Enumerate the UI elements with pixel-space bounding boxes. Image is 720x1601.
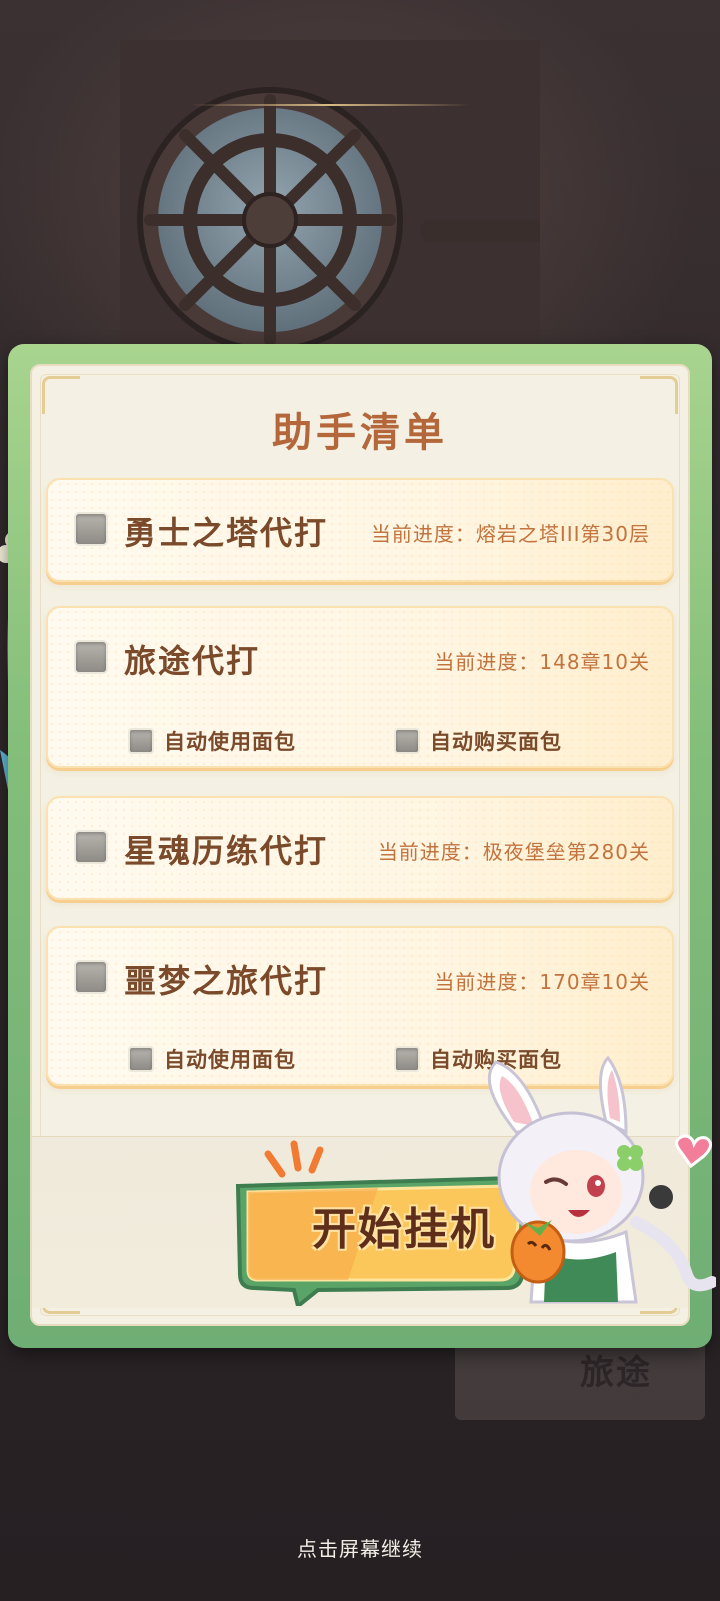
- task-progress: 当前进度：熔岩之塔III第30层: [370, 522, 650, 546]
- auto-use-bread-checkbox[interactable]: [128, 1046, 154, 1072]
- auto-use-bread-option[interactable]: 自动使用面包: [128, 726, 296, 756]
- ship-wheel-window-background: [120, 40, 540, 370]
- auto-use-bread-label: 自动使用面包: [164, 1048, 296, 1072]
- task-progress: 当前进度：极夜堡垒第280关: [377, 840, 650, 864]
- bunny-mascot: [487, 1055, 716, 1304]
- task-progress: 当前进度：170章10关: [434, 970, 650, 994]
- task-progress: 当前进度：148章10关: [434, 650, 650, 674]
- auto-buy-bread-label: 自动购买面包: [430, 730, 562, 754]
- task-checkbox[interactable]: [74, 960, 108, 994]
- title-row: 助手清单: [32, 394, 688, 464]
- panel-title: 助手清单: [272, 410, 448, 456]
- task-checkbox[interactable]: [74, 830, 108, 864]
- auto-use-bread-checkbox[interactable]: [128, 728, 154, 754]
- task-name: 旅途代打: [124, 642, 261, 680]
- task-name: 噩梦之旅代打: [124, 962, 329, 1000]
- tap-to-continue-hint[interactable]: 点击屏幕继续: [0, 1533, 720, 1562]
- task-name: 星魂历练代打: [124, 832, 329, 870]
- task-name: 勇士之塔代打: [124, 514, 329, 552]
- task-card-warrior-tower: 勇士之塔代打 当前进度：熔岩之塔III第30层: [46, 478, 674, 582]
- auto-buy-bread-checkbox[interactable]: [394, 728, 420, 754]
- auto-buy-bread-checkbox[interactable]: [394, 1046, 420, 1072]
- task-card-journey: 旅途代打 当前进度：148章10关 自动使用面包 自动购买面包: [46, 606, 674, 768]
- auto-use-bread-label: 自动使用面包: [164, 730, 296, 754]
- background-poster-text: 旅途: [580, 1353, 652, 1393]
- title-divider: [190, 104, 470, 106]
- auto-use-bread-option[interactable]: 自动使用面包: [128, 1044, 296, 1074]
- task-checkbox[interactable]: [74, 512, 108, 546]
- task-card-star-soul: 星魂历练代打 当前进度：极夜堡垒第280关: [46, 796, 674, 900]
- auto-buy-bread-option[interactable]: 自动购买面包: [394, 726, 562, 756]
- task-checkbox[interactable]: [74, 640, 108, 674]
